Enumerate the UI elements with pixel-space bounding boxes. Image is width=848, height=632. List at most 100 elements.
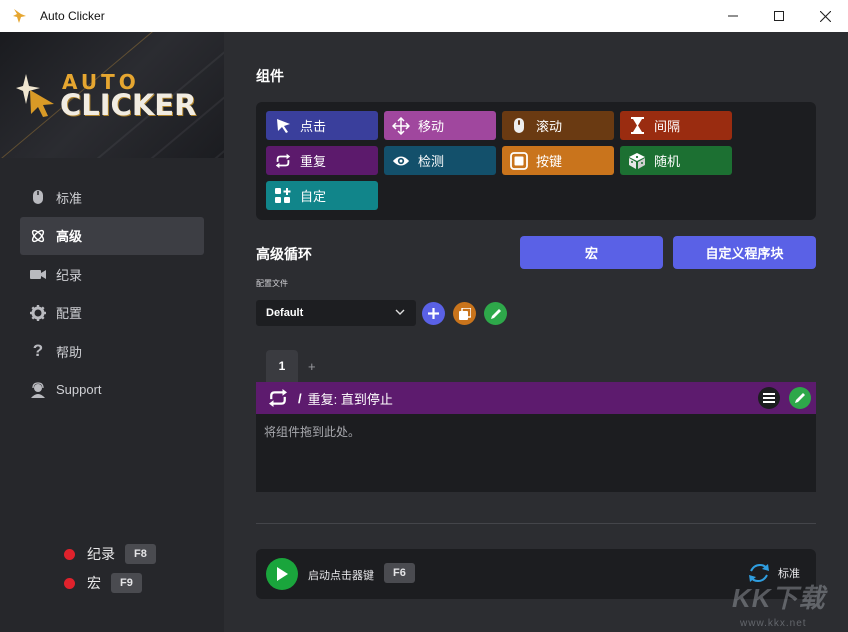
repeat-loop-header: / 重复: 直到停止 — [256, 382, 816, 414]
component-label: 检测 — [418, 154, 445, 169]
repeat-loop-title: 重复: 直到停止 — [307, 391, 393, 407]
repeat-icon — [269, 389, 287, 407]
minimize-icon — [728, 15, 738, 17]
title-bar: Auto Clicker — [0, 0, 848, 32]
component-interval-button[interactable]: 间隔 — [620, 111, 732, 140]
app-logo-icon — [13, 9, 26, 23]
scroll-mouse-icon — [510, 117, 528, 135]
components-panel: 点击 移动 滚动 间隔 重复 检测 按键 随机 自定 — [256, 102, 816, 220]
hotkey-record: 纪录 F8 — [64, 542, 156, 566]
add-tab-button[interactable]: + — [308, 359, 316, 374]
start-key-badge[interactable]: F6 — [384, 563, 415, 583]
sidebar-item-label: 配置 — [56, 306, 83, 321]
advanced-loop-heading: 高级循环 — [256, 246, 312, 262]
hourglass-icon — [628, 117, 646, 135]
minimize-button[interactable] — [710, 0, 756, 32]
edit-profile-button[interactable] — [484, 302, 507, 325]
close-icon — [819, 10, 831, 22]
header-separator: / — [298, 390, 302, 406]
watermark-url: www.kkx.net — [740, 618, 807, 629]
hotkey-key-badge[interactable]: F9 — [111, 573, 142, 593]
maximize-icon — [774, 11, 784, 21]
app-logo: AUTO CLICKER — [0, 32, 224, 158]
cursor-icon — [274, 117, 292, 135]
component-click-button[interactable]: 点击 — [266, 111, 378, 140]
key-icon — [510, 151, 528, 170]
close-button[interactable] — [802, 0, 848, 32]
profile-select[interactable]: Default — [256, 300, 416, 326]
sidebar-nav: 标准 高级 纪录 配置 ? 帮助 Support — [20, 178, 204, 409]
component-random-button[interactable]: 随机 — [620, 146, 732, 175]
component-label: 重复 — [300, 154, 327, 169]
component-label: 自定 — [300, 189, 327, 204]
move-arrows-icon — [392, 116, 410, 135]
hotkey-label: 纪录 — [87, 546, 115, 562]
component-label: 滚动 — [536, 119, 563, 134]
blocks-icon — [274, 187, 292, 205]
sidebar: AUTO CLICKER 标准 高级 纪录 配置 ? 帮助 Support 纪录… — [0, 32, 224, 632]
sidebar-item-help[interactable]: ? 帮助 — [20, 332, 204, 370]
component-key-button[interactable]: 按键 — [502, 146, 614, 175]
dice-icon — [628, 152, 646, 170]
record-dot-icon — [64, 577, 75, 589]
watermark-brand: KK下载 — [732, 583, 826, 613]
component-label: 点击 — [300, 119, 327, 134]
sidebar-hotkeys: 纪录 F8 宏 F9 — [64, 542, 156, 600]
start-clicker-button[interactable] — [266, 558, 298, 590]
component-label: 移动 — [418, 119, 445, 134]
repeat-icon — [274, 152, 292, 170]
loop-tabs: 1 + — [266, 350, 316, 382]
chevron-down-icon — [395, 309, 405, 315]
component-scroll-button[interactable]: 滚动 — [502, 111, 614, 140]
tab-1[interactable]: 1 — [266, 350, 298, 382]
sidebar-item-label: 高级 — [56, 229, 83, 244]
main-panel: 组件 点击 移动 滚动 间隔 重复 检测 按键 随机 自定 高级循环 宏 自定义… — [224, 32, 848, 632]
copy-profile-button[interactable] — [453, 302, 476, 325]
component-label: 按键 — [536, 154, 563, 169]
gear-icon — [30, 304, 46, 321]
add-profile-button[interactable] — [422, 302, 445, 325]
eye-icon — [392, 152, 410, 170]
plus-icon — [428, 308, 439, 319]
profile-label: 配置文件 — [256, 279, 288, 288]
hotkey-key-badge[interactable]: F8 — [125, 544, 156, 564]
copy-icon — [458, 307, 471, 320]
logo-text-clicker: CLICKER — [60, 88, 197, 122]
watermark: KK下载 www.kkx.net — [732, 576, 848, 632]
sidebar-item-support[interactable]: Support — [20, 371, 204, 409]
support-agent-icon — [30, 381, 46, 398]
drop-hint: 将组件拖到此处。 — [264, 425, 361, 439]
sidebar-item-settings[interactable]: 配置 — [20, 294, 204, 332]
pencil-icon — [795, 393, 805, 403]
component-repeat-button[interactable]: 重复 — [266, 146, 378, 175]
play-icon — [277, 567, 288, 581]
custom-block-button[interactable]: 自定义程序块 — [673, 236, 816, 269]
maximize-button[interactable] — [756, 0, 802, 32]
menu-icon — [763, 393, 775, 403]
loop-drop-zone[interactable]: 将组件拖到此处。 — [256, 414, 816, 492]
profile-select-value: Default — [266, 307, 304, 319]
loop-edit-button[interactable] — [789, 387, 811, 409]
loop-menu-button[interactable] — [758, 387, 780, 409]
sidebar-item-label: 纪录 — [56, 267, 83, 283]
sidebar-item-label: Support — [56, 382, 102, 397]
record-dot-icon — [64, 548, 75, 560]
pencil-icon — [490, 308, 501, 319]
sidebar-item-standard[interactable]: 标准 — [20, 178, 204, 216]
hotkey-macro: 宏 F9 — [64, 571, 156, 595]
component-custom-button[interactable]: 自定 — [266, 181, 378, 210]
video-camera-icon — [30, 266, 46, 282]
macro-button[interactable]: 宏 — [520, 236, 663, 269]
question-icon: ? — [32, 341, 44, 360]
sidebar-item-record[interactable]: 纪录 — [20, 255, 204, 293]
components-heading: 组件 — [256, 68, 284, 84]
sidebar-item-advanced[interactable]: 高级 — [20, 216, 204, 255]
hotkey-label: 宏 — [87, 575, 101, 591]
start-clicker-label: 启动点击器键 — [308, 570, 374, 582]
component-detect-button[interactable]: 检测 — [384, 146, 496, 175]
divider — [256, 523, 816, 524]
component-label: 随机 — [654, 154, 681, 169]
mouse-icon — [30, 189, 46, 205]
component-move-button[interactable]: 移动 — [384, 111, 496, 140]
sidebar-item-label: 帮助 — [56, 344, 83, 360]
